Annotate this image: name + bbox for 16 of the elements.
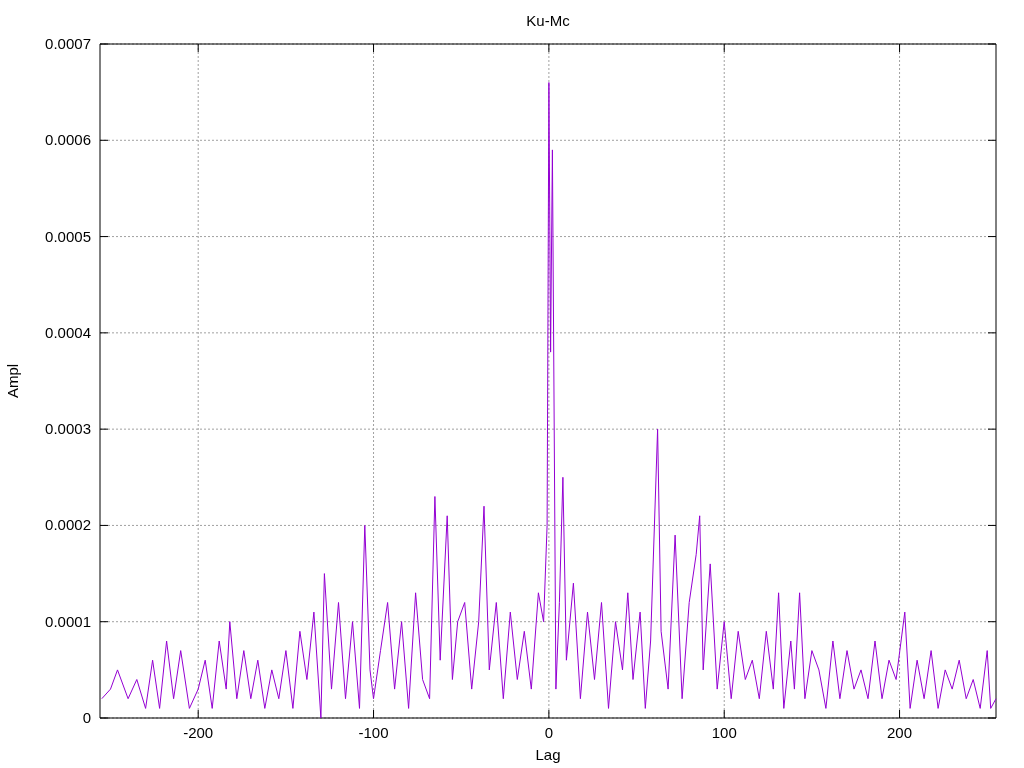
tick-label: 200 (887, 724, 913, 741)
chart-title: Ku-Mc (526, 12, 570, 29)
tick-label: -200 (183, 724, 214, 741)
tick-label: 100 (711, 724, 737, 741)
tick-label: 0.0003 (45, 420, 91, 438)
tick-label: 0 (82, 709, 91, 726)
tick-label: -100 (358, 724, 389, 741)
tick-label: 0.0001 (45, 612, 91, 630)
tick-label: 0.0002 (45, 516, 91, 534)
axis-label: Ampl (4, 363, 21, 399)
tick-label: 0.0004 (45, 323, 91, 341)
tick-label: 0.0007 (45, 35, 91, 52)
tick-label: 0 (544, 724, 554, 741)
tick-label: 0.0006 (45, 131, 91, 149)
axis-label: Lag (535, 746, 561, 763)
tick-label: 0.0005 (45, 227, 91, 245)
